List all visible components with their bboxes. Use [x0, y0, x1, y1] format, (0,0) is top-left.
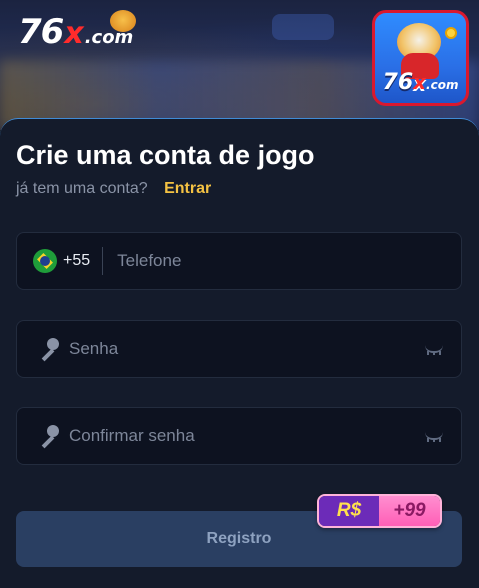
- logo-number: 76: [18, 12, 64, 52]
- coin-icon: [445, 27, 457, 39]
- brazil-flag-icon[interactable]: [33, 249, 57, 273]
- header-blurred-button: [272, 14, 334, 40]
- app-icon-x: x: [413, 70, 427, 94]
- key-icon: [37, 338, 59, 362]
- logo-x: x: [64, 16, 84, 51]
- page-title: Crie uma conta de jogo: [16, 140, 315, 170]
- bonus-currency: R$: [319, 496, 379, 526]
- phone-input[interactable]: Telefone: [117, 251, 181, 271]
- password-input[interactable]: Senha: [69, 339, 118, 359]
- app-icon-label: 76x.com: [375, 70, 466, 95]
- eye-closed-icon[interactable]: [425, 432, 443, 442]
- app-icon-domain: .com: [426, 78, 459, 92]
- registration-page: 76 x .com 76x.com Crie uma conta de jogo…: [0, 0, 479, 588]
- login-link[interactable]: Entrar: [164, 180, 211, 197]
- app-icon-number: 76: [382, 70, 414, 95]
- field-divider: [102, 247, 104, 275]
- login-prompt: já tem uma conta? Entrar: [16, 180, 211, 198]
- eye-closed-icon[interactable]: [425, 345, 443, 355]
- phone-field[interactable]: +55 Telefone: [16, 232, 462, 290]
- bonus-badge: R$ +99: [317, 494, 442, 528]
- site-logo[interactable]: 76 x .com: [18, 10, 136, 52]
- confirm-password-input[interactable]: Confirmar senha: [69, 426, 195, 446]
- tiger-mascot-icon: [110, 10, 136, 32]
- login-prompt-text: já tem uma conta?: [16, 180, 148, 197]
- bonus-amount: +99: [379, 496, 440, 526]
- password-field[interactable]: Senha: [16, 320, 462, 378]
- key-icon: [37, 425, 59, 449]
- country-code[interactable]: +55: [63, 252, 90, 270]
- confirm-password-field[interactable]: Confirmar senha: [16, 407, 462, 465]
- app-icon[interactable]: 76x.com: [372, 10, 469, 106]
